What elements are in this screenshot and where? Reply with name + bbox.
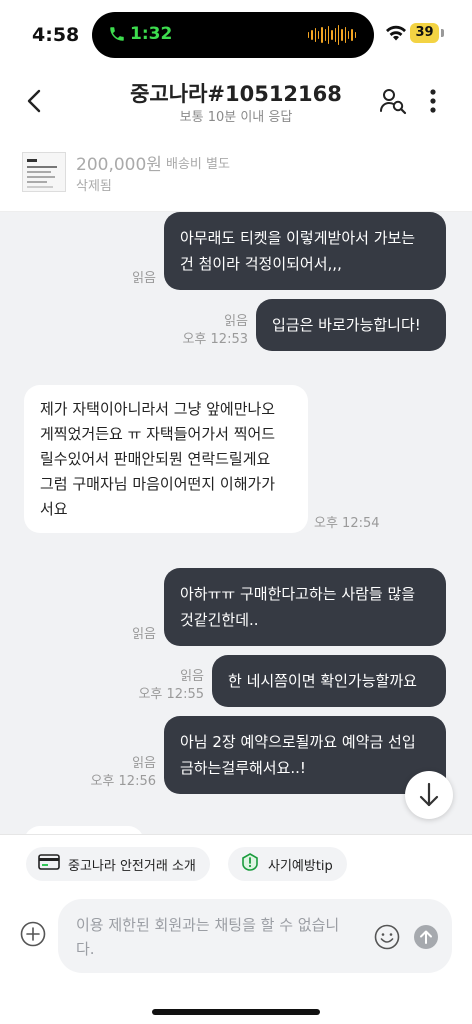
dynamic-island-call[interactable]: 1:32 (92, 12, 374, 58)
message-bubble-outgoing[interactable]: 입금은 바로가능합니다! (256, 299, 446, 351)
shipping-label: 배송비 별도 (166, 157, 230, 172)
call-timer: 1:32 (130, 24, 173, 44)
chat-footer: 중고나라 안전거래 소개 사기예방tip 이용 제한된 회원과는 채팅을 할 수… (0, 834, 472, 1024)
status-bar: 4:58 1:32 39 (0, 0, 472, 70)
message-bubble-incoming-partial (24, 826, 144, 834)
shield-bell-icon (240, 852, 260, 876)
product-thumbnail[interactable] (22, 152, 66, 192)
message-input-placeholder: 이용 제한된 회원과는 채팅을 할 수 없습니다. (76, 916, 340, 958)
message-bubble-outgoing[interactable]: 아무래도 티켓을 이렇게받아서 가보는 건 첨이라 걱정이되어서,,, (164, 212, 446, 290)
emoji-icon[interactable] (374, 924, 400, 950)
chat-header: 중고나라#10512168 보통 10분 이내 응답 (0, 70, 472, 132)
message-input-row: 이용 제한된 회원과는 채팅을 할 수 없습니다. (0, 895, 472, 977)
message-line: 한 네시쯤이면 확인가능할까요 (228, 672, 417, 690)
message-line: 건 첨이라 걱정이되어서,,, (180, 255, 342, 273)
product-info-bar[interactable]: 200,000원 배송비 별도 삭제됨 (0, 132, 472, 212)
chat-messages[interactable]: ara 아무래도 티켓을 이렇게받아서 가보는 건 첨이라 걱정이되어서,,, … (0, 212, 472, 834)
message-meta: 읽음 오후 12:53 (182, 314, 248, 347)
message-bubble-incoming[interactable]: 제가 자택이아니라서 그냥 앞에만나오 게찍었거든요 ㅠ 자택들어가서 찍어드 … (24, 385, 308, 533)
more-vertical-icon[interactable] (424, 86, 442, 116)
card-icon (38, 854, 60, 874)
message-line: 게찍었거든요 ㅠ 자택들어가서 찍어드 (40, 425, 276, 443)
message-line: 아무래도 티켓을 이렇게받아서 가보는 (180, 229, 416, 247)
plus-circle-icon[interactable] (20, 921, 46, 947)
message-time: 오후 12:54 (314, 516, 380, 531)
send-button[interactable] (414, 925, 438, 949)
message-line: 릴수있어서 판매안되뭔 연락드릴게요 (40, 450, 271, 468)
message-line: 아님 2장 예약으로될까요 예약금 선입 (180, 733, 416, 751)
message-bubble-outgoing[interactable]: 한 네시쯤이면 확인가능할까요 (212, 655, 446, 707)
safe-trade-label: 중고나라 안전거래 소개 (68, 858, 196, 874)
message-line: 입금은 바로가능합니다! (272, 316, 421, 334)
audio-wave-icon (308, 24, 356, 46)
chevron-down-icon (419, 782, 439, 807)
status-time: 4:58 (32, 24, 80, 46)
scroll-to-bottom-button[interactable] (405, 771, 453, 819)
user-search-icon[interactable] (378, 86, 408, 116)
fraud-tip-label: 사기예방tip (268, 858, 333, 874)
wifi-icon (385, 24, 407, 42)
message-meta: 읽음 오후 12:56 (90, 756, 156, 789)
message-line: 서요 (40, 500, 68, 518)
home-indicator[interactable] (152, 1009, 320, 1015)
battery-level: 39 (410, 23, 439, 43)
read-receipt: 읽음 (132, 627, 156, 642)
message-line: 것같긴한데.. (180, 611, 259, 629)
message-bubble-outgoing[interactable]: 아님 2장 예약으로될까요 예약금 선입 금하는걸루해서요..! (164, 716, 446, 794)
message-line: 금하는걸루해서요..! (180, 759, 306, 777)
message-line: 그럼 구매자님 마음이어떤지 이해가가 (40, 475, 276, 493)
product-price: 200,000원 (76, 155, 162, 175)
message-meta: 읽음 오후 12:55 (138, 669, 204, 702)
safe-trade-chip[interactable]: 중고나라 안전거래 소개 (26, 847, 210, 881)
message-line: 제가 자택이아니라서 그냥 앞에만나오 (40, 400, 276, 418)
message-line: 아하ㅠㅠ 구매한다고하는 사람들 많을 (180, 585, 416, 603)
message-bubble-outgoing[interactable]: 아하ㅠㅠ 구매한다고하는 사람들 많을 것같긴한데.. (164, 568, 446, 646)
battery-tip (441, 29, 444, 37)
phone-icon (108, 24, 126, 44)
send-arrow-icon (420, 930, 432, 944)
message-input[interactable]: 이용 제한된 회원과는 채팅을 할 수 없습니다. (58, 899, 452, 973)
product-status: 삭제됨 (76, 179, 112, 194)
read-receipt: 읽음 (132, 271, 156, 286)
fraud-tip-chip[interactable]: 사기예방tip (228, 847, 347, 881)
